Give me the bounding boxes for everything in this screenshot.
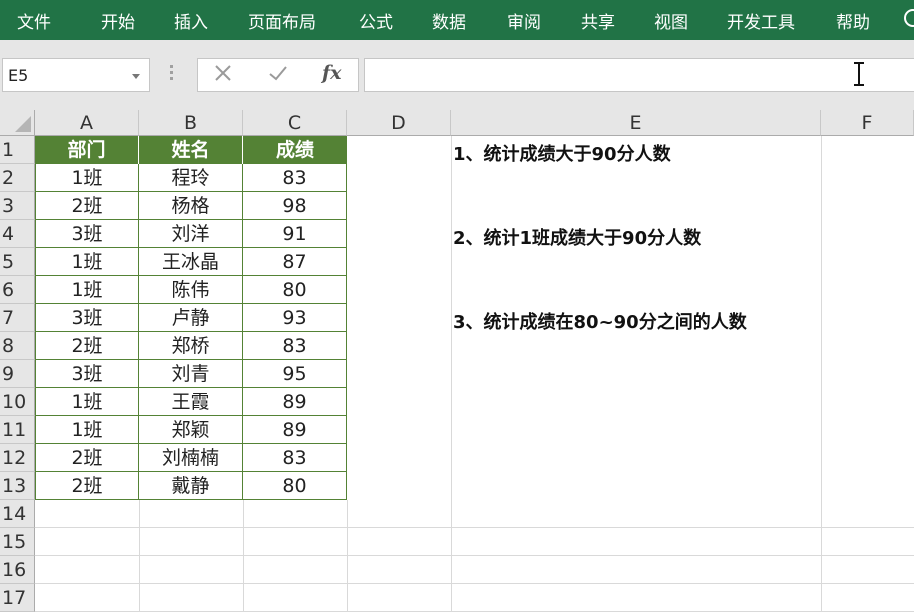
gridline (821, 136, 822, 612)
tab-share[interactable]: 共享 (581, 8, 615, 33)
cell-name[interactable]: 卢静 (139, 304, 243, 332)
name-box[interactable]: E5 (2, 58, 150, 92)
cell-dept[interactable]: 1班 (35, 388, 139, 416)
table-header-dept[interactable]: 部门 (35, 136, 139, 164)
row-header-8[interactable]: 8 (0, 332, 35, 360)
row-header-9[interactable]: 9 (0, 360, 35, 388)
row-header-16[interactable]: 16 (0, 556, 35, 584)
insert-function-button[interactable]: fx (322, 62, 342, 84)
cell-score[interactable]: 83 (243, 444, 347, 472)
gridline (139, 500, 140, 612)
formula-buttons: fx (197, 58, 359, 92)
row-header-11[interactable]: 11 (0, 416, 35, 444)
tab-data[interactable]: 数据 (432, 8, 466, 33)
row-header-17[interactable]: 17 (0, 584, 35, 612)
cell-score[interactable]: 91 (243, 220, 347, 248)
cancel-x-icon[interactable] (214, 63, 232, 87)
tab-formulas[interactable]: 公式 (359, 8, 393, 33)
row-header-15[interactable]: 15 (0, 528, 35, 556)
drag-handle-icon[interactable] (170, 65, 173, 83)
column-header-c[interactable]: C (243, 110, 347, 136)
cell-name[interactable]: 刘洋 (139, 220, 243, 248)
row-header-2[interactable]: 2 (0, 164, 35, 192)
row-header-13[interactable]: 13 (0, 472, 35, 500)
note-task-1[interactable]: 1、统计成绩大于90分人数 (453, 140, 671, 166)
cell-dept[interactable]: 1班 (35, 416, 139, 444)
table-header-score[interactable]: 成绩 (243, 136, 347, 164)
cell-name[interactable]: 杨格 (139, 192, 243, 220)
row-header-4[interactable]: 4 (0, 220, 35, 248)
cell-score[interactable]: 98 (243, 192, 347, 220)
tab-developer[interactable]: 开发工具 (727, 8, 795, 33)
chevron-down-icon[interactable] (132, 74, 140, 79)
gridline (243, 500, 244, 612)
gridline (35, 583, 914, 584)
cell-score[interactable]: 89 (243, 416, 347, 444)
tab-review[interactable]: 审阅 (507, 8, 541, 33)
gridline (35, 555, 914, 556)
cell-name[interactable]: 郑桥 (139, 332, 243, 360)
cell-dept[interactable]: 1班 (35, 276, 139, 304)
cell-name[interactable]: 陈伟 (139, 276, 243, 304)
column-header-d[interactable]: D (347, 110, 451, 136)
cell-score[interactable]: 83 (243, 332, 347, 360)
gridline (35, 527, 914, 528)
select-all-button[interactable] (0, 110, 35, 136)
column-header-a[interactable]: A (35, 110, 139, 136)
row-header-6[interactable]: 6 (0, 276, 35, 304)
row-header-1[interactable]: 1 (0, 136, 35, 164)
gridline (451, 136, 452, 612)
row-header-12[interactable]: 12 (0, 444, 35, 472)
tab-page-layout[interactable]: 页面布局 (248, 8, 316, 33)
column-header-e[interactable]: E (451, 110, 821, 136)
tab-view[interactable]: 视图 (654, 8, 688, 33)
cell-dept[interactable]: 2班 (35, 472, 139, 500)
cell-name[interactable]: 王霞 (139, 388, 243, 416)
tab-insert[interactable]: 插入 (174, 8, 208, 33)
row-header-3[interactable]: 3 (0, 192, 35, 220)
tab-help[interactable]: 帮助 (836, 8, 870, 33)
cell-name[interactable]: 郑颖 (139, 416, 243, 444)
cell-name[interactable]: 程玲 (139, 164, 243, 192)
cell-dept[interactable]: 2班 (35, 192, 139, 220)
formula-input[interactable] (364, 58, 914, 92)
cell-score[interactable]: 89 (243, 388, 347, 416)
cell-name[interactable]: 戴静 (139, 472, 243, 500)
checkmark-icon[interactable] (268, 63, 288, 87)
cell-dept[interactable]: 3班 (35, 304, 139, 332)
cell-name[interactable]: 王冰晶 (139, 248, 243, 276)
column-header-b[interactable]: B (139, 110, 243, 136)
ribbon-tab-bar: 文件 开始 插入 页面布局 公式 数据 审阅 共享 视图 开发工具 帮助 (0, 0, 914, 40)
cell-score[interactable]: 80 (243, 472, 347, 500)
row-header-14[interactable]: 14 (0, 500, 35, 528)
row-header-5[interactable]: 5 (0, 248, 35, 276)
row-header-10[interactable]: 10 (0, 388, 35, 416)
cell-score[interactable]: 83 (243, 164, 347, 192)
cell-score[interactable]: 93 (243, 304, 347, 332)
text-cursor-icon (854, 62, 864, 86)
cell-name[interactable]: 刘青 (139, 360, 243, 388)
name-box-value: E5 (8, 66, 29, 85)
column-header-f[interactable]: F (821, 110, 914, 136)
note-task-3[interactable]: 3、统计成绩在80~90分之间的人数 (453, 308, 747, 334)
cell-score[interactable]: 80 (243, 276, 347, 304)
table-header-name[interactable]: 姓名 (139, 136, 243, 164)
note-task-2[interactable]: 2、统计1班成绩大于90分人数 (453, 224, 701, 250)
tab-file[interactable]: 文件 (17, 8, 51, 33)
gridline (347, 500, 348, 612)
tab-home[interactable]: 开始 (101, 8, 135, 33)
row-header-7[interactable]: 7 (0, 304, 35, 332)
lightbulb-icon[interactable] (904, 9, 914, 27)
cell-dept[interactable]: 2班 (35, 444, 139, 472)
cell-dept[interactable]: 2班 (35, 332, 139, 360)
cell-dept[interactable]: 1班 (35, 248, 139, 276)
cell-name[interactable]: 刘楠楠 (139, 444, 243, 472)
cell-dept[interactable]: 1班 (35, 164, 139, 192)
cell-dept[interactable]: 3班 (35, 220, 139, 248)
cell-score[interactable]: 95 (243, 360, 347, 388)
cell-score[interactable]: 87 (243, 248, 347, 276)
cell-dept[interactable]: 3班 (35, 360, 139, 388)
